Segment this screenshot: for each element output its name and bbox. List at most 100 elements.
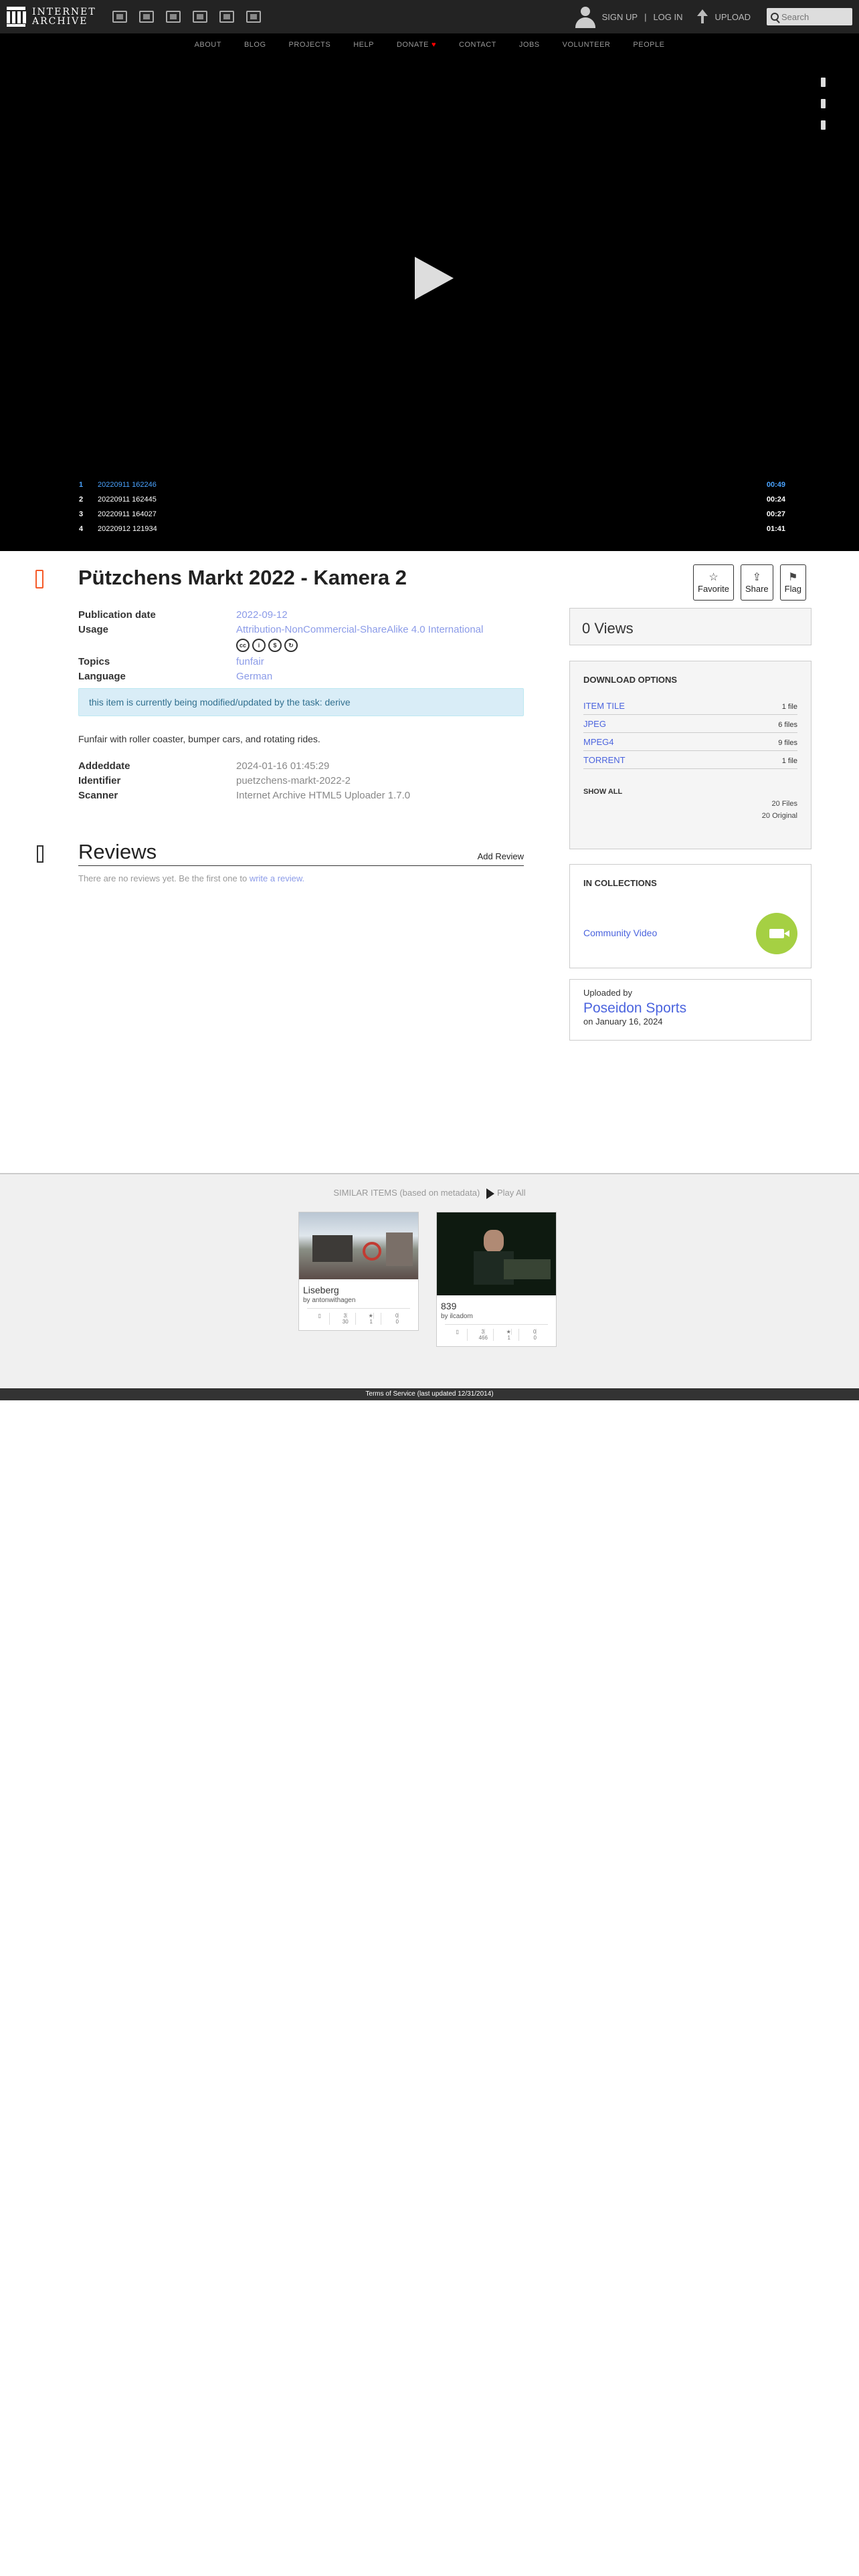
favorite-button[interactable]: ☆ Favorite bbox=[693, 564, 734, 601]
nav-help[interactable]: HELP bbox=[353, 41, 374, 49]
playlist-duration: 00:27 bbox=[766, 510, 785, 518]
nav-blog[interactable]: BLOG bbox=[244, 41, 266, 49]
item-details: Pützchens Markt 2022 - Kamera 2 ☆ Favorit… bbox=[0, 551, 859, 1173]
upload-link[interactable]: UPLOAD bbox=[715, 12, 751, 22]
views-stat: 3 466 bbox=[474, 1329, 494, 1341]
download-row: JPEG 6 files bbox=[583, 715, 797, 733]
nav-people[interactable]: PEOPLE bbox=[633, 41, 664, 49]
software-icon[interactable] bbox=[219, 11, 234, 23]
sub-nav: ABOUT BLOG PROJECTS HELP DONATE ♥ CONTACT… bbox=[0, 33, 859, 56]
movies-icon: ▯ bbox=[310, 1313, 330, 1325]
sa-icon[interactable]: ↻ bbox=[284, 639, 298, 652]
movies-icon: ▯ bbox=[448, 1329, 468, 1341]
similar-heading: SIMILAR ITEMS (based on metadata) bbox=[333, 1188, 480, 1198]
scanner-label: Scanner bbox=[78, 790, 118, 801]
nc-icon[interactable]: $ bbox=[268, 639, 282, 652]
views-icon: 3 bbox=[343, 1313, 347, 1319]
usage-label: Usage bbox=[78, 624, 109, 635]
play-all-button[interactable]: Play All bbox=[482, 1188, 526, 1199]
playlist-num: 1 bbox=[79, 481, 84, 489]
pubdate-link[interactable]: 2022-09-12 bbox=[236, 609, 288, 621]
flag-icon: ⚑ bbox=[788, 571, 798, 583]
images-icon[interactable] bbox=[246, 11, 261, 23]
download-options: DOWNLOAD OPTIONS ITEM TILE 1 file JPEG 6 f… bbox=[569, 661, 812, 849]
by-icon[interactable]: i bbox=[252, 639, 266, 652]
playlist-duration: 01:41 bbox=[766, 525, 785, 533]
download-item-tile[interactable]: ITEM TILE bbox=[583, 701, 625, 711]
web-icon[interactable] bbox=[112, 11, 127, 23]
total-original: 20 Original bbox=[761, 812, 797, 820]
info-icon[interactable] bbox=[821, 78, 826, 87]
page-title: Pützchens Markt 2022 - Kamera 2 bbox=[78, 566, 407, 589]
playlist-name: 20220911 162445 bbox=[98, 496, 157, 504]
share-button[interactable]: ⇪ Share bbox=[740, 564, 773, 601]
uploader-link[interactable]: Poseidon Sports bbox=[583, 1000, 797, 1016]
movies-icon bbox=[35, 570, 43, 588]
cc-icon[interactable]: cc bbox=[236, 639, 250, 652]
nav-contact[interactable]: CONTACT bbox=[459, 41, 496, 49]
similar-item-tile[interactable]: 839 by ilcadom ▯ 3 466 ★ 1 00 bbox=[436, 1212, 557, 1347]
play-icon[interactable] bbox=[415, 257, 454, 300]
reviews-stat: 00 bbox=[387, 1313, 407, 1325]
nav-volunteer[interactable]: VOLUNTEER bbox=[563, 41, 611, 49]
download-torrent[interactable]: TORRENT bbox=[583, 755, 626, 765]
playlist-num: 4 bbox=[79, 525, 84, 533]
topics-link[interactable]: funfair bbox=[236, 656, 264, 667]
search-icon[interactable] bbox=[771, 13, 779, 21]
terms-link[interactable]: Terms of Service (last updated 12/31/201… bbox=[365, 1390, 493, 1398]
playlist-name: 20220912 121934 bbox=[98, 525, 157, 533]
video-player[interactable]: 1 20220911 162246 00:49 2 20220911 16244… bbox=[0, 56, 859, 551]
reviews-stat: 00 bbox=[525, 1329, 545, 1341]
metadata: Publication date 2022-09-12 Usage Attribut… bbox=[78, 608, 524, 803]
nav-jobs[interactable]: JOBS bbox=[519, 41, 540, 49]
write-review-link[interactable]: write a review. bbox=[250, 873, 304, 883]
nav-separator: | bbox=[644, 11, 647, 22]
add-review-button[interactable]: Add Review bbox=[478, 851, 524, 861]
identifier-label: Identifier bbox=[78, 775, 121, 786]
playlist-item[interactable]: 4 20220912 121934 01:41 bbox=[79, 522, 785, 536]
topics-label: Topics bbox=[78, 656, 110, 667]
playlist-item[interactable]: 3 20220911 164027 00:27 bbox=[79, 507, 785, 522]
reviews-section: Reviews Add Review bbox=[78, 840, 524, 866]
playlist-name: 20220911 162246 bbox=[98, 481, 157, 489]
internet-archive-logo[interactable]: INTERNET ARCHIVE bbox=[6, 7, 96, 27]
user-icon[interactable] bbox=[575, 5, 595, 28]
nav-projects[interactable]: PROJECTS bbox=[289, 41, 331, 49]
no-reviews-label: There are no reviews yet. Be the first o… bbox=[78, 873, 248, 883]
archive-temple-icon bbox=[6, 7, 26, 27]
fullscreen-icon[interactable] bbox=[821, 99, 826, 108]
identifier-value: puetzchens-markt-2022-2 bbox=[236, 775, 351, 786]
nav-about[interactable]: ABOUT bbox=[195, 41, 221, 49]
download-row: TORRENT 1 file bbox=[583, 751, 797, 769]
collection-thumbnail[interactable] bbox=[756, 913, 797, 954]
playlist-item[interactable]: 2 20220911 162445 00:24 bbox=[79, 492, 785, 507]
favorites-value: 1 bbox=[507, 1335, 510, 1341]
download-jpeg[interactable]: JPEG bbox=[583, 719, 606, 729]
upload-icon[interactable] bbox=[696, 9, 708, 24]
audio-icon[interactable] bbox=[192, 11, 207, 23]
flag-button[interactable]: ⚑ Flag bbox=[779, 564, 806, 601]
download-row: MPEG4 9 files bbox=[583, 733, 797, 751]
collection-link[interactable]: Community Video bbox=[583, 928, 657, 938]
search-box[interactable] bbox=[767, 8, 852, 25]
tile-thumbnail[interactable] bbox=[437, 1212, 556, 1295]
download-count: 6 files bbox=[778, 721, 797, 729]
video-icon[interactable] bbox=[165, 11, 181, 23]
texts-icon[interactable] bbox=[138, 11, 154, 23]
download-mpeg4[interactable]: MPEG4 bbox=[583, 737, 614, 747]
usage-link[interactable]: Attribution-NonCommercial-ShareAlike 4.0… bbox=[236, 624, 483, 635]
signup-link[interactable]: SIGN UP bbox=[602, 12, 638, 22]
playlist-duration: 00:49 bbox=[766, 481, 785, 489]
similar-item-tile[interactable]: Liseberg by antonwithagen ▯ 3 30 ★ 1 00 bbox=[298, 1212, 419, 1331]
search-input[interactable] bbox=[781, 11, 848, 22]
playlist: 1 20220911 162246 00:49 2 20220911 16244… bbox=[79, 477, 785, 536]
language-link[interactable]: German bbox=[236, 671, 272, 682]
login-link[interactable]: LOG IN bbox=[653, 12, 682, 22]
theater-toggle-icon[interactable] bbox=[821, 120, 826, 130]
tile-author: by antonwithagen bbox=[303, 1297, 356, 1304]
nav-donate[interactable]: DONATE ♥ bbox=[397, 41, 436, 49]
tile-thumbnail[interactable] bbox=[299, 1212, 418, 1279]
show-all-button[interactable]: SHOW ALL bbox=[583, 788, 797, 796]
playlist-item[interactable]: 1 20220911 162246 00:49 bbox=[79, 477, 785, 492]
footer: Terms of Service (last updated 12/31/201… bbox=[0, 1388, 859, 1400]
